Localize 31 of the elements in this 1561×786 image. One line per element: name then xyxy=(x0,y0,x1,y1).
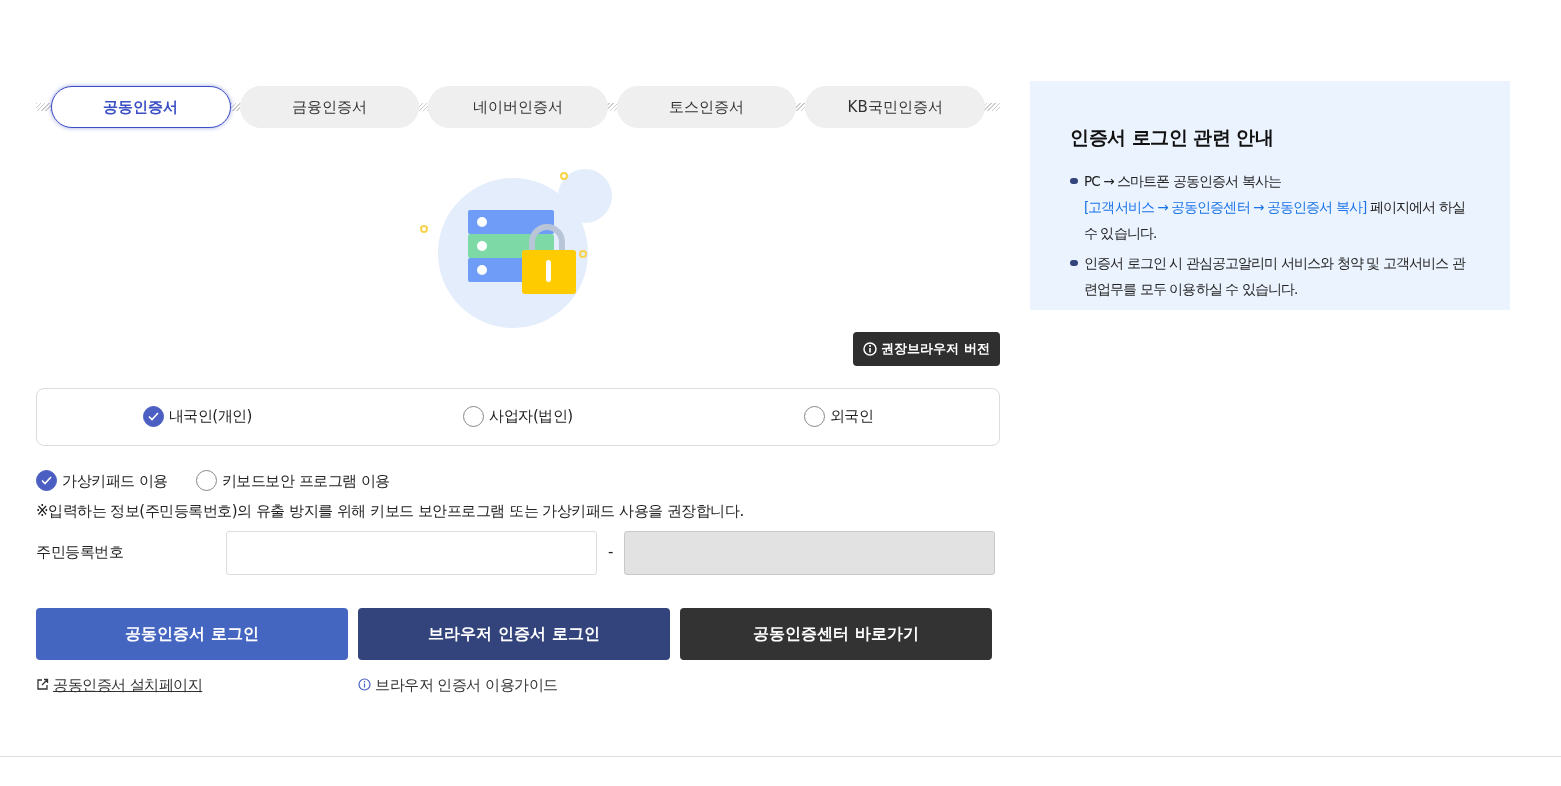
member-type-radio[interactable]: 내국인(개인) xyxy=(142,405,252,428)
checkmark-icon xyxy=(41,476,52,486)
login-button[interactable]: 공동인증서 로그인 xyxy=(36,607,348,660)
guide-title: 인증서 로그인 관련 안내 xyxy=(1070,125,1275,150)
info-icon xyxy=(358,678,371,692)
member-type-radio[interactable]: 사업자(법인) xyxy=(463,405,573,428)
certificate-tab[interactable]: 공동인증서 xyxy=(51,86,231,128)
guide-link[interactable]: 브라우저 인증서 이용가이드 xyxy=(375,673,558,696)
certificate-tab[interactable]: 토스인증서 xyxy=(616,86,797,128)
input-method-radio[interactable]: 가상키패드 이용 xyxy=(36,469,168,492)
guide-link[interactable]: [고객서비스 → 공동인증센터 → 공동인증서 복사] xyxy=(1084,198,1367,215)
guide-text: 인증서 로그인 시 관심공고알리미 서비스와 청약 및 고객서비스 관련업무를 모두 이용하실 수 있습니다. xyxy=(1084,254,1465,297)
resident-number-field[interactable] xyxy=(226,530,597,575)
separator: - xyxy=(607,542,614,564)
field-label: 주민등록번호 xyxy=(36,542,124,564)
bullet-icon xyxy=(1070,259,1078,266)
guide-text: PC → 스마트폰 공동인증서 복사는 [고객서비스 → 공동인증센터 → 공동인증서 복사] 페이지에서 하실 수 있습니다. xyxy=(1084,172,1465,241)
external-link-icon xyxy=(36,678,49,692)
certificate-tab[interactable]: 금융인증서 xyxy=(239,86,420,128)
input-method-radio[interactable]: 키보드보안 프로그램 이용 xyxy=(195,469,390,492)
bullet-icon xyxy=(1070,177,1078,184)
login-button[interactable]: 공동인증센터 바로가기 xyxy=(680,607,992,660)
security-notice: ※입력하는 정보(주민등록번호)의 유출 방지를 위해 키보드 보안프로그램 또는 가상키패드 사용을 권장합니다. xyxy=(36,501,745,522)
info-icon xyxy=(863,341,878,356)
certificate-tab[interactable]: 네이버인증서 xyxy=(428,86,608,128)
checkmark-icon xyxy=(147,412,159,421)
certificate-tab[interactable]: KB국민인증서 xyxy=(805,86,985,128)
browser-version-button[interactable]: 권장브라우저 버전 xyxy=(853,332,1000,366)
guide-link[interactable]: 공동인증서 설치페이지 xyxy=(53,673,203,696)
login-button[interactable]: 브라우저 인증서 로그인 xyxy=(358,607,670,660)
member-type-radio[interactable]: 외국인 xyxy=(803,405,874,428)
